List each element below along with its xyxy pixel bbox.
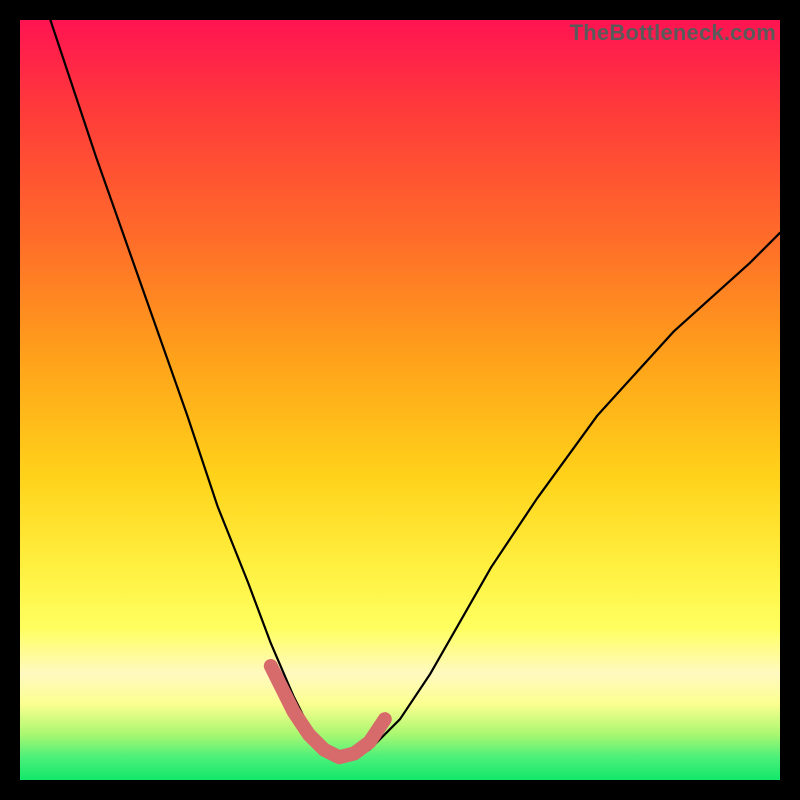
bottleneck-curve xyxy=(50,20,780,757)
valley-highlight xyxy=(271,666,385,757)
chart-svg xyxy=(20,20,780,780)
chart-frame: TheBottleneck.com xyxy=(20,20,780,780)
watermark-text: TheBottleneck.com xyxy=(570,20,776,46)
